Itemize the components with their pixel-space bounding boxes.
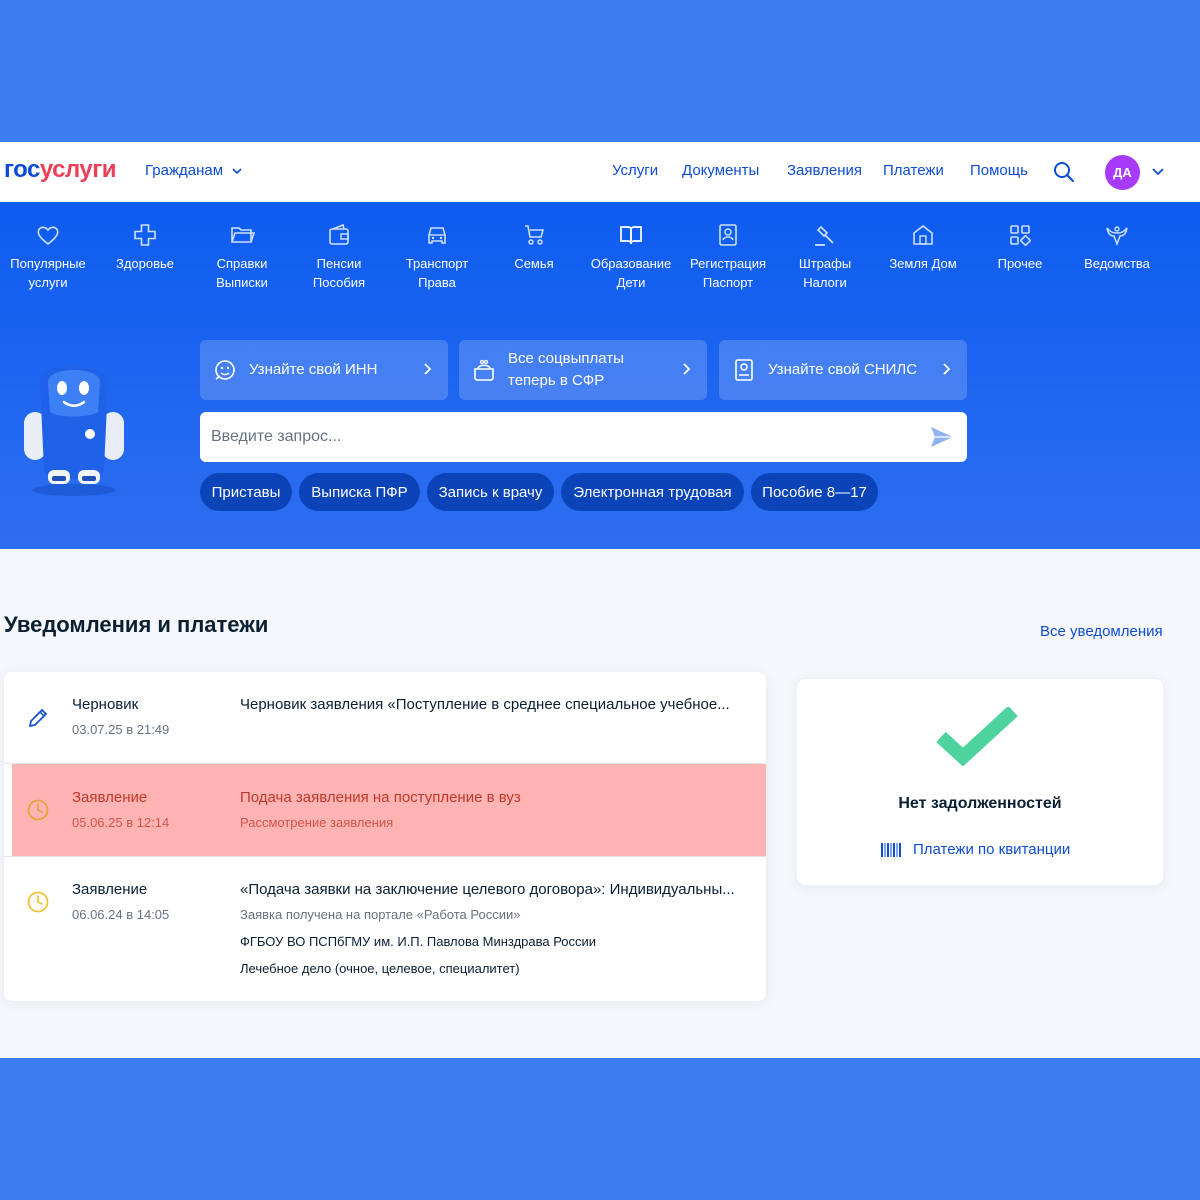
gosuslugi-logo[interactable]: госуслуги bbox=[4, 156, 117, 184]
grid-icon bbox=[1010, 225, 1031, 246]
notification-title: Черновик заявления «Поступление в средне… bbox=[240, 696, 730, 713]
nav-services[interactable]: Услуги bbox=[612, 162, 658, 179]
passport-icon bbox=[719, 224, 737, 246]
notification-row[interactable]: Черновик 03.07.25 в 21:49 Черновик заявл… bbox=[4, 672, 766, 763]
notification-type: Заявление bbox=[72, 789, 148, 806]
category-education[interactable]: Образование Дети bbox=[583, 222, 679, 292]
clock-icon bbox=[27, 799, 49, 821]
nav-payments[interactable]: Платежи bbox=[883, 162, 944, 179]
clock-icon bbox=[27, 891, 49, 913]
search-icon[interactable] bbox=[1052, 160, 1076, 184]
folder-icon bbox=[231, 227, 255, 243]
notification-row[interactable]: Заявление 06.06.24 в 14:05 «Подача заявк… bbox=[4, 857, 766, 1001]
notification-status: Рассмотрение заявления bbox=[240, 815, 394, 830]
notification-type: Заявление bbox=[72, 881, 148, 898]
book-icon bbox=[620, 226, 642, 245]
category-registration[interactable]: Регистрация Паспорт bbox=[680, 222, 776, 292]
cross-icon bbox=[134, 224, 156, 246]
notification-date: 05.06.25 в 12:14 bbox=[72, 815, 170, 830]
chip-bailiffs[interactable]: Приставы bbox=[200, 473, 292, 511]
search-input[interactable] bbox=[200, 412, 900, 462]
notification-title: «Подача заявки на заключение целевого до… bbox=[240, 881, 735, 898]
notification-title: Подача заявления на поступление в вуз bbox=[240, 789, 521, 806]
gavel-icon bbox=[815, 225, 834, 246]
audience-dropdown[interactable]: Гражданам bbox=[145, 162, 243, 179]
category-pensions[interactable]: Пенсии Пособия bbox=[291, 222, 387, 292]
page: госуслуги Гражданам Услуги Документы Зая… bbox=[0, 142, 1200, 1058]
check-icon bbox=[936, 707, 1018, 767]
notification-type: Черновик bbox=[72, 696, 139, 713]
stroller-icon bbox=[525, 225, 545, 245]
robot-mascot-icon bbox=[24, 365, 124, 496]
house-icon bbox=[913, 224, 933, 245]
category-popular[interactable]: Популярные услуги bbox=[0, 222, 96, 292]
notification-row-highlighted[interactable]: Заявление 05.06.25 в 12:14 Подача заявле… bbox=[12, 764, 766, 856]
send-icon[interactable] bbox=[929, 425, 955, 449]
eagle-icon bbox=[1106, 226, 1128, 247]
chevron-down-icon bbox=[232, 167, 242, 174]
heart-icon bbox=[37, 226, 59, 246]
receipt-payments-label: Платежи по квитанции bbox=[913, 841, 1071, 858]
chevron-right-icon bbox=[424, 363, 432, 375]
chip-e-workbook[interactable]: Электронная трудовая bbox=[561, 473, 744, 511]
notifications-list: Черновик 03.07.25 в 21:49 Черновик заявл… bbox=[4, 672, 766, 1001]
notification-date: 03.07.25 в 21:49 bbox=[72, 722, 170, 737]
chip-doctor-appointment[interactable]: Запись к врачу bbox=[427, 473, 554, 511]
face-icon bbox=[215, 360, 235, 380]
nav-applications[interactable]: Заявления bbox=[787, 162, 862, 179]
promo-sfr[interactable]: Все соцвыплаты теперь в СФР bbox=[459, 340, 707, 400]
category-fines[interactable]: Штрафы Налоги bbox=[777, 222, 873, 292]
promo-inn[interactable]: Узнайте свой ИНН bbox=[200, 340, 448, 400]
hero-banner: Популярные услуги Здоровье Справки Выписки… bbox=[0, 202, 1200, 549]
nav-help[interactable]: Помощь bbox=[970, 162, 1028, 179]
notification-program: Лечебное дело (очное, целевое, специалит… bbox=[240, 961, 520, 976]
category-land-home[interactable]: Земля Дом bbox=[875, 222, 971, 273]
category-health[interactable]: Здоровье bbox=[97, 222, 193, 273]
notification-date: 06.06.24 в 14:05 bbox=[72, 907, 170, 922]
notification-status: Заявка получена на портале «Работа Росси… bbox=[240, 907, 521, 922]
receipt-payments-link[interactable]: Платежи по квитанции bbox=[881, 841, 1070, 858]
chevron-right-icon bbox=[943, 363, 951, 375]
audience-label: Гражданам bbox=[145, 162, 224, 179]
chip-pfr-statement[interactable]: Выписка ПФР bbox=[299, 473, 420, 511]
pencil-icon bbox=[28, 708, 48, 728]
avatar[interactable]: ДА bbox=[1105, 155, 1140, 190]
category-other[interactable]: Прочее bbox=[972, 222, 1068, 273]
top-header: госуслуги Гражданам Услуги Документы Зая… bbox=[0, 142, 1200, 202]
category-family[interactable]: Семья bbox=[486, 222, 582, 273]
purse-icon bbox=[474, 359, 494, 381]
notifications-title: Уведомления и платежи bbox=[4, 612, 269, 637]
promo-snils[interactable]: Узнайте свой СНИЛС bbox=[719, 340, 967, 400]
nav-documents[interactable]: Документы bbox=[682, 162, 759, 179]
category-agencies[interactable]: Ведомства bbox=[1069, 222, 1165, 273]
category-transport[interactable]: Транспорт Права bbox=[389, 222, 485, 292]
all-notifications-link[interactable]: Все уведомления bbox=[1040, 623, 1163, 640]
car-icon bbox=[428, 227, 446, 244]
search-bar bbox=[200, 412, 967, 462]
barcode-icon bbox=[881, 842, 901, 857]
card-icon bbox=[735, 359, 753, 381]
chevron-right-icon bbox=[683, 363, 691, 375]
no-debts-status: Нет задолженностей bbox=[898, 795, 1062, 812]
category-certificates[interactable]: Справки Выписки bbox=[194, 222, 290, 292]
chip-allowance[interactable]: Пособие 8—17 bbox=[751, 473, 878, 511]
debts-card: Нет задолженностей Платежи по квитанции bbox=[797, 679, 1163, 885]
wallet-icon bbox=[329, 223, 349, 245]
chevron-down-icon[interactable] bbox=[1151, 164, 1165, 178]
notification-organization: ФГБОУ ВО ПСПбГМУ им. И.П. Павлова Минздр… bbox=[240, 934, 597, 949]
